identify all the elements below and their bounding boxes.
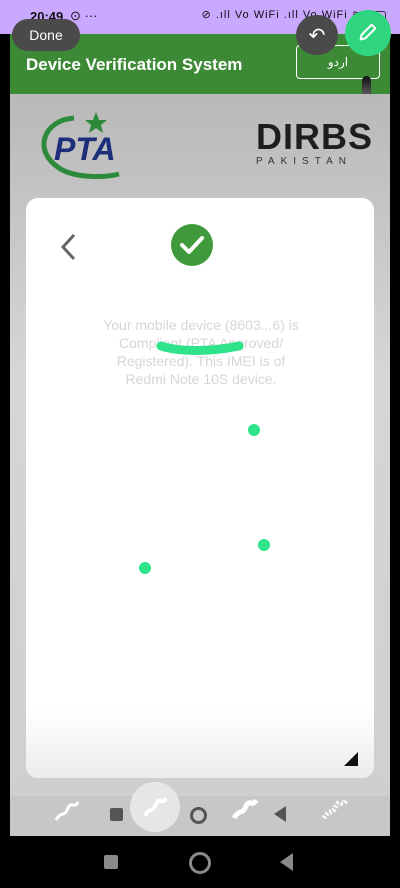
resize-handle-icon[interactable]	[344, 752, 358, 766]
back-button[interactable]	[280, 853, 293, 871]
pen-medium-icon[interactable]	[140, 792, 170, 822]
annotation-dot	[139, 562, 151, 574]
result-card	[26, 198, 374, 778]
dirbs-logo-subtext: PAKISTAN	[256, 156, 352, 167]
home-button[interactable]	[189, 852, 211, 874]
pta-logo: PTA	[41, 112, 120, 179]
circle-shape-icon[interactable]	[190, 807, 207, 824]
annotation-dot	[248, 424, 260, 436]
recents-button[interactable]	[104, 855, 118, 869]
mosaic-icon[interactable]	[320, 794, 350, 824]
pta-logo-text: PTA	[54, 131, 116, 167]
marker-icon[interactable]	[230, 794, 260, 824]
done-button[interactable]: Done	[12, 19, 80, 51]
square-shape-icon[interactable]	[110, 808, 123, 821]
notification-icons: ⊙ ···	[70, 8, 98, 23]
pen-thin-icon[interactable]	[52, 796, 82, 826]
success-check-icon	[171, 224, 213, 266]
arrow-shape-icon[interactable]	[274, 806, 286, 822]
signal-icons: ⊘ .ıll Vo WiFi .ıll Vo WiFi ≋	[201, 9, 362, 21]
annotation-stroke	[156, 341, 244, 355]
pencil-icon	[359, 23, 377, 40]
undo-button[interactable]: ↶	[296, 15, 338, 55]
annotation-dot	[258, 539, 270, 551]
page-title: Device Verification System	[26, 55, 243, 74]
dirbs-logo-text: DIRBS	[256, 116, 374, 157]
pen-tool-button[interactable]	[345, 10, 391, 56]
back-arrow-icon[interactable]	[58, 232, 78, 262]
